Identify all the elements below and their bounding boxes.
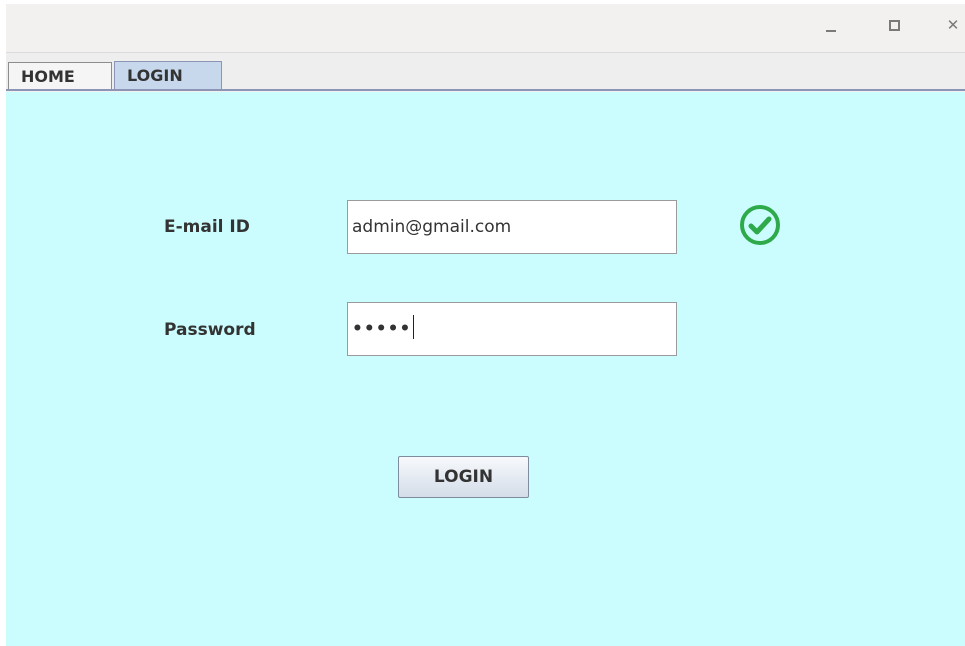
login-panel: E-mail ID admin@gmail.com Password •••••… [6,92,965,646]
password-mask: ••••• [352,319,412,339]
email-field[interactable]: admin@gmail.com [347,200,677,254]
password-field[interactable]: ••••• [347,302,677,356]
login-button[interactable]: LOGIN [398,456,529,498]
application-window: ✕ HOME LOGIN E-mail ID admin@gmail.com P… [6,4,965,646]
close-icon[interactable]: ✕ [942,14,964,36]
maximize-icon[interactable] [883,14,905,36]
minimize-icon[interactable] [820,14,842,36]
text-caret [413,315,415,339]
password-label: Password [164,320,256,340]
title-bar: ✕ [6,4,965,53]
tab-divider [6,89,965,91]
tab-home[interactable]: HOME [8,62,112,90]
tab-login[interactable]: LOGIN [114,61,222,91]
email-label: E-mail ID [164,217,250,237]
check-circle-icon [740,205,780,245]
